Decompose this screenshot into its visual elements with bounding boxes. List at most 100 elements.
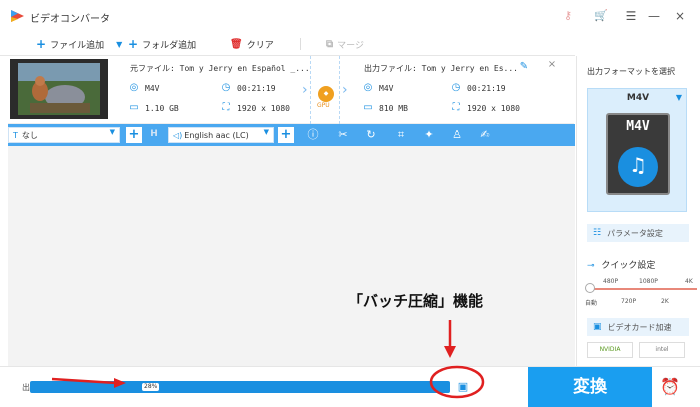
merge-button[interactable]: ⧉ マージ bbox=[326, 36, 364, 52]
clock-icon: ◷ bbox=[451, 82, 461, 93]
format-icon-label: M4V bbox=[626, 119, 650, 134]
res-label-auto: 自動 bbox=[585, 300, 598, 307]
info-icon[interactable]: ⓘ bbox=[306, 128, 320, 142]
gpu-acceleration-button[interactable]: ▣ ビデオカード加速 bbox=[587, 318, 689, 336]
toolbar-divider bbox=[300, 38, 301, 50]
gpu-acceleration-label: ビデオカード加速 bbox=[607, 322, 672, 332]
res-label-4k: 4K bbox=[685, 278, 693, 285]
music-note-icon: ♫ bbox=[618, 147, 658, 187]
text-icon: T bbox=[13, 130, 18, 140]
file-list-area[interactable] bbox=[8, 146, 575, 366]
clock-icon: ◷ bbox=[221, 82, 231, 93]
quick-settings: ⊸ クイック設定 bbox=[587, 258, 655, 271]
clear-button[interactable]: 🗑 クリア bbox=[230, 36, 274, 52]
source-duration: 00:21:19 bbox=[237, 84, 276, 93]
settings-icon[interactable]: ☰ bbox=[623, 8, 639, 24]
subtitle-select[interactable]: T なし ▼ bbox=[8, 127, 120, 143]
clear-label: クリア bbox=[246, 40, 274, 51]
source-size: 1.10 GB bbox=[145, 104, 179, 113]
m4v-file-icon: M4V ♫ bbox=[606, 113, 670, 195]
batch-progress-bar: 28% bbox=[30, 381, 450, 393]
video-thumbnail[interactable] bbox=[10, 59, 108, 119]
res-label-480p: 480P bbox=[603, 278, 619, 285]
res-label-2k: 2K bbox=[661, 298, 669, 305]
gpu-indicator: ◆ GPU bbox=[310, 56, 340, 124]
add-subtitle-button[interactable]: + bbox=[126, 127, 142, 143]
arrow-right-icon: › bbox=[342, 82, 348, 98]
gpu-chip-icon: ◆ bbox=[318, 86, 334, 102]
parameter-settings-button[interactable]: ☷ パラメータ設定 bbox=[587, 224, 689, 242]
edit-name-icon[interactable]: ✎ bbox=[518, 61, 530, 73]
folder-icon: ▭ bbox=[363, 102, 373, 113]
plus-icon: + bbox=[128, 37, 139, 51]
add-file-button[interactable]: + ファイル追加 ▼ bbox=[36, 36, 122, 52]
intel-badge[interactable]: intel bbox=[639, 342, 685, 358]
key-icon[interactable]: ⚷ bbox=[560, 9, 576, 23]
resolution-icon: ⛶ bbox=[452, 102, 460, 113]
progress-percent: 28% bbox=[142, 383, 160, 391]
main-toolbar: + ファイル追加 ▼ + フォルダ追加 🗑 クリア ⧉ マージ bbox=[0, 32, 575, 56]
batch-compress-folder-icon[interactable]: ▣ bbox=[455, 381, 471, 393]
folder-icon: ▭ bbox=[129, 102, 139, 113]
output-folder-label: 出 bbox=[22, 383, 30, 392]
rotate-icon[interactable]: ↻ bbox=[364, 128, 378, 142]
plus-icon: + bbox=[36, 37, 47, 51]
add-file-dropdown-icon[interactable]: ▼ bbox=[116, 40, 122, 49]
quality-slider-knob[interactable] bbox=[585, 283, 595, 293]
format-icon: ◎ bbox=[129, 82, 139, 93]
res-label-1080p: 1080P bbox=[639, 278, 658, 285]
nvidia-badge[interactable]: NVIDIA bbox=[587, 342, 633, 358]
file-item[interactable]: 元ファイル: Tom y Jerry en Español _... ◎ M4V… bbox=[8, 56, 574, 124]
subtitle-edit-icon[interactable]: ✍ bbox=[478, 128, 492, 142]
add-folder-label: フォルダ追加 bbox=[142, 40, 197, 51]
watermark-icon[interactable]: ♙ bbox=[450, 128, 464, 142]
resolution-icon: ⛶ bbox=[222, 102, 230, 113]
cut-icon[interactable]: ✂ bbox=[336, 128, 350, 142]
add-file-label: ファイル追加 bbox=[50, 40, 105, 51]
output-file-name: 出力ファイル: Tom y Jerry en Es... bbox=[364, 64, 518, 73]
quick-settings-label: クイック設定 bbox=[601, 261, 656, 271]
parameter-settings-label: パラメータ設定 bbox=[607, 228, 663, 238]
chevron-down-icon: ▼ bbox=[675, 93, 682, 102]
add-folder-button[interactable]: + フォルダ追加 bbox=[128, 36, 196, 52]
minimize-button[interactable]: — bbox=[646, 8, 662, 24]
arrow-right-icon: › bbox=[302, 82, 308, 98]
output-format-panel: 出力フォーマットを選択 M4V ▼ M4V ♫ ☷ パラメータ設定 ⊸ クイック… bbox=[576, 56, 700, 366]
merge-label: マージ bbox=[337, 40, 364, 51]
format-name: M4V bbox=[626, 93, 650, 103]
audio-track-select[interactable]: ◁) English aac (LC) ▼ bbox=[168, 127, 274, 143]
trash-icon: 🗑 bbox=[230, 38, 243, 50]
gpu-label: GPU bbox=[317, 102, 330, 109]
format-selector[interactable]: M4V ▼ M4V ♫ bbox=[587, 88, 687, 212]
source-resolution: 1920 x 1080 bbox=[237, 104, 290, 113]
res-label-720p: 720P bbox=[621, 298, 637, 305]
bottom-bar: 出 28% ▣ 変換 ⏰ bbox=[0, 366, 700, 407]
subtitle-value: なし bbox=[21, 130, 38, 140]
sliders-icon: ☷ bbox=[593, 228, 602, 238]
output-resolution: 1920 x 1080 bbox=[467, 104, 520, 113]
app-logo-icon bbox=[11, 10, 24, 22]
slider-icon: ⊸ bbox=[587, 261, 595, 271]
merge-icon: ⧉ bbox=[326, 38, 334, 50]
alarm-clock-icon[interactable]: ⏰ bbox=[660, 377, 680, 397]
title-bar: ビデオコンバータ ⚷ 🛒 ☰ — × bbox=[0, 0, 700, 32]
audio-track-value: English aac (LC) bbox=[184, 130, 249, 140]
chevron-down-icon: ▼ bbox=[109, 128, 115, 136]
remove-file-icon[interactable]: × bbox=[546, 59, 558, 71]
quality-slider-track[interactable] bbox=[589, 288, 697, 290]
effects-icon[interactable]: ✦ bbox=[422, 128, 436, 142]
crop-icon[interactable]: ⌗ bbox=[394, 128, 408, 142]
output-size: 810 MB bbox=[379, 104, 408, 113]
chip-icon: ▣ bbox=[593, 322, 602, 332]
convert-button[interactable]: 変換 bbox=[528, 367, 652, 407]
add-audio-button[interactable]: + bbox=[278, 127, 294, 143]
chevron-down-icon: ▼ bbox=[263, 128, 269, 136]
cart-icon[interactable]: 🛒 bbox=[593, 9, 609, 23]
output-format-title: 出力フォーマットを選択 bbox=[587, 67, 675, 76]
edit-toolbar: T なし ▼ + H ◁) English aac (LC) ▼ + ⓘ ✂ ↻… bbox=[8, 124, 575, 146]
close-button[interactable]: × bbox=[672, 8, 688, 24]
subtitle-h-icon[interactable]: H bbox=[146, 127, 162, 143]
thumbnail-image bbox=[10, 59, 108, 119]
speaker-icon: ◁) bbox=[173, 130, 183, 140]
annotation-label: 「バッチ圧縮」機能 bbox=[348, 292, 484, 310]
